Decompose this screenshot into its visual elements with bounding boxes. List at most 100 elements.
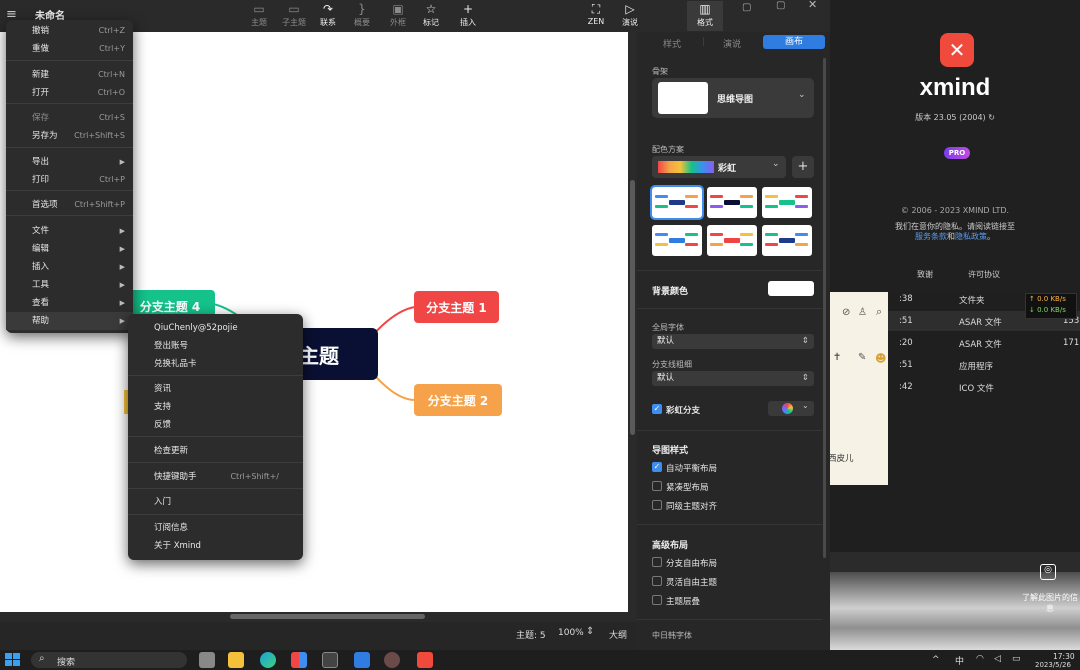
add-scheme-button[interactable]: + [792,156,814,178]
privacy-link[interactable]: 隐私政策 [955,232,987,241]
toolbar-zen-button[interactable]: ⛶ ZEN [578,1,614,31]
color-scheme-option[interactable] [707,225,757,256]
chevron-up-icon[interactable]: ^ [932,655,940,665]
file-row-type[interactable]: 应用程序 [959,360,993,372]
maximize-icon[interactable]: ▢ [776,0,785,11]
vertical-scroll-thumb[interactable] [630,180,635,435]
color-scheme-select[interactable]: 彩虹 ⌄ [652,156,786,178]
file-row-type[interactable]: ICO 文件 [959,382,994,394]
layout-checkbox[interactable] [652,576,662,586]
toolbar-pitch-button[interactable]: ▷ 演说 [612,1,648,31]
refresh-icon[interactable]: ↻ [988,113,995,122]
branch-thickness-select[interactable]: 默认 ⇕ [652,371,814,386]
help-menu-item[interactable]: 支持 [128,398,303,416]
tab-canvas[interactable]: 画布 [763,35,825,49]
clock-date[interactable]: 2023/5/26 [1035,661,1071,669]
branch-topic-1[interactable]: 分支主题 1 [414,291,499,323]
menu-item[interactable]: 打印 Ctrl+P [6,171,133,189]
menu-item[interactable]: 保存 Ctrl+S [6,109,133,127]
help-menu-item[interactable]: 资讯 [128,380,303,398]
outline-button[interactable]: 大纲 [609,628,627,641]
minimize-icon[interactable]: ▢ [742,2,751,13]
menu-item[interactable]: 撤销 Ctrl+Z [6,22,133,40]
layout-checkbox[interactable] [652,557,662,567]
tab-pitch[interactable]: 演说 [723,37,741,50]
file-row-time[interactable]: :42 [899,382,913,392]
toolbar-relationship-button[interactable]: ↷ 联系 [310,1,346,31]
help-menu-item[interactable]: 兑换礼品卡 [128,355,303,373]
rainbow-branch-checkbox[interactable]: ✓ [652,404,662,414]
file-row-time[interactable]: :20 [899,338,913,348]
volume-icon[interactable]: ◁ [994,654,1001,664]
help-menu-item[interactable]: 入门 [128,493,303,511]
toolbar-plus-button[interactable]: + 插入 [450,1,486,31]
app-avatar-icon[interactable] [384,652,400,668]
menu-item[interactable]: 插入 ▶ [6,258,133,276]
layout-checkbox[interactable] [652,500,662,510]
edge-browser-icon[interactable] [260,652,276,668]
terminal-icon[interactable] [322,652,338,668]
menu-item[interactable]: 打开 Ctrl+O [6,84,133,102]
file-explorer-icon[interactable] [228,652,244,668]
help-menu-item[interactable]: QiuChenly@52pojie [128,319,303,337]
file-row-type[interactable]: ASAR 文件 [959,338,1002,350]
layout-checkbox[interactable] [652,481,662,491]
toolbar-star-button[interactable]: ☆ 标记 [413,1,449,31]
help-menu-item[interactable]: 关于 Xmind [128,537,303,555]
terms-link[interactable]: 服务条款 [915,232,947,241]
lock-icon[interactable]: ⊘ [842,307,850,318]
toolbar-format-button[interactable]: ▥ 格式 [687,1,723,31]
rainbow-color-select[interactable]: ⌄ [768,401,814,416]
zoom-level[interactable]: 100% [558,628,584,638]
task-view-icon[interactable] [199,652,215,668]
menu-item[interactable]: 首选项 Ctrl+Shift+P [6,196,133,214]
toolbar-boundary-button[interactable]: ▣ 外框 [380,1,416,31]
pin-icon[interactable]: ✝ [833,352,841,363]
menu-item[interactable]: 另存为 Ctrl+Shift+S [6,127,133,145]
file-row-type[interactable]: 文件夹 [959,294,985,306]
taskbar-search-box[interactable]: ⌕ 搜索 [31,652,187,668]
toolbar-summary-button[interactable]: } 概要 [344,1,380,31]
menu-item[interactable]: 新建 Ctrl+N [6,66,133,84]
horizontal-scroll-thumb[interactable] [230,614,425,619]
menu-item[interactable]: 工具 ▶ [6,276,133,294]
input-language[interactable]: 中 [955,654,964,667]
learn-more-label[interactable]: 了解此图片的信息 [1020,592,1080,614]
color-scheme-option[interactable] [762,225,812,256]
menu-item[interactable]: 导出 ▶ [6,153,133,171]
close-icon[interactable]: ✕ [808,0,817,11]
layout-checkbox[interactable] [652,595,662,605]
xmind-taskbar-icon[interactable] [417,652,433,668]
help-menu-item[interactable]: 检查更新 [128,442,303,460]
help-menu-item[interactable]: 反馈 [128,416,303,434]
wifi-icon[interactable]: ◠ [976,654,984,664]
user-icon[interactable]: ♙ [858,307,867,318]
toolbar-topic-button[interactable]: ▭ 主题 [241,1,277,31]
license-button[interactable]: 许可协议 [968,269,1000,280]
panel-scrollbar[interactable] [823,58,826,558]
menu-item[interactable]: 查看 ▶ [6,294,133,312]
zoom-stepper-icon[interactable]: ⇕ [586,626,594,637]
battery-icon[interactable]: ▭ [1012,654,1021,664]
file-row-time[interactable]: :38 [899,294,913,304]
vscode-icon[interactable] [354,652,370,668]
color-scheme-option[interactable] [652,225,702,256]
menu-item[interactable]: 编辑 ▶ [6,240,133,258]
camera-icon[interactable]: ◎ [1040,564,1056,580]
toolbar-subtopic-button[interactable]: ▭ 子主题 [276,1,312,31]
help-menu-item[interactable]: 快捷键助手 Ctrl+Shift+/ [128,468,303,486]
edit-icon[interactable]: ✎ [858,352,866,363]
color-scheme-option[interactable] [650,185,704,220]
help-menu-item[interactable]: 订阅信息 [128,519,303,537]
menu-item[interactable]: 文件 ▶ [6,222,133,240]
windows-start-icon[interactable] [5,653,21,667]
clock-time[interactable]: 17:30 [1053,652,1075,661]
thanks-button[interactable]: 致谢 [917,269,933,280]
menu-item[interactable]: 重做 Ctrl+Y [6,40,133,58]
menu-item[interactable]: 帮助 ▶ [6,312,133,330]
color-scheme-option[interactable] [762,187,812,218]
global-font-select[interactable]: 默认 ⇕ [652,334,814,349]
file-row-size[interactable]: 171 [1063,338,1079,348]
tab-style[interactable]: 样式 [663,37,681,50]
branch-topic-2[interactable]: 分支主题 2 [414,384,502,416]
